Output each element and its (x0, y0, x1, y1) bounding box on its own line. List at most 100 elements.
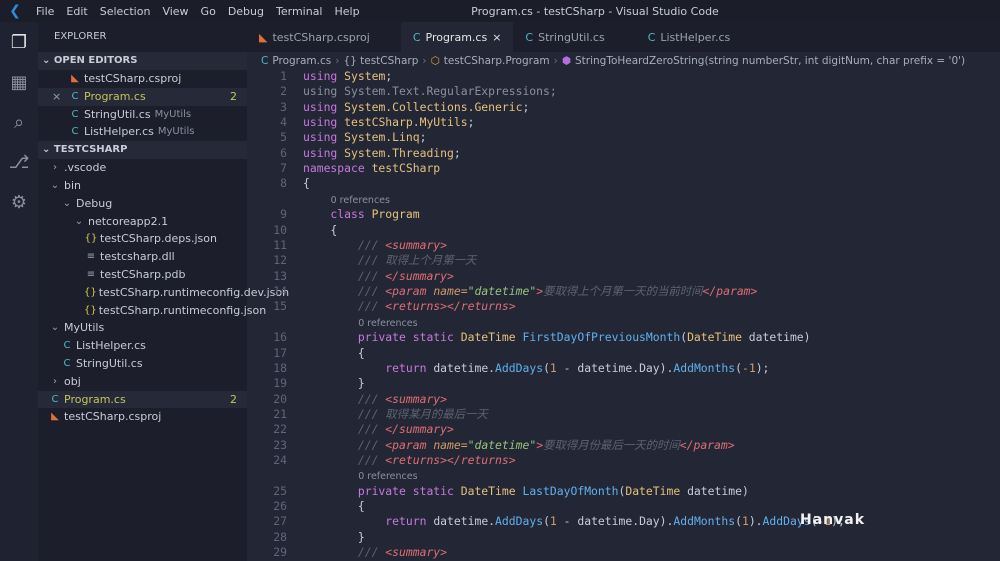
code-line: 17 { (247, 346, 1000, 361)
close-icon[interactable]: × (52, 88, 68, 106)
explorer-sidebar: EXPLORER ⌄ OPEN EDITORS ◣ testCSharp.cspr… (38, 22, 289, 561)
code-token: using (303, 99, 345, 114)
editor-tabs: ◣ testCSharp.csproj C Program.cs × C StringUti… (247, 22, 1000, 52)
code-text: /// <summary> (287, 238, 447, 253)
tree-item[interactable]: › obj (38, 373, 247, 391)
code-text: /// <summary> (287, 392, 447, 407)
codelens-label[interactable]: 0 references (358, 318, 417, 329)
tab-testcsharp-csproj[interactable]: ◣ testCSharp.csproj (247, 22, 401, 52)
tree-item[interactable]: ⌄ MyUtils (38, 319, 247, 337)
code-token: </param> (679, 437, 735, 452)
code-text: /// </summary> (287, 269, 454, 284)
tab-listhelper-cs[interactable]: C ListHelper.cs (636, 22, 762, 52)
file-name: testCSharp.deps.json (100, 232, 217, 246)
rss-file-icon: ◣ (71, 73, 79, 84)
line-number: 12 (273, 253, 287, 268)
code-token: /// (303, 299, 386, 314)
breadcrumb-item[interactable]: {} testCSharp (343, 55, 418, 67)
tree-item[interactable]: {} testCSharp.runtimeconfig.json (38, 302, 266, 320)
menu-go[interactable]: Go (195, 5, 222, 18)
explorer-title: EXPLORER (54, 31, 107, 42)
code-token: testCSharp.MyUtils (344, 115, 468, 130)
close-icon[interactable]: × (492, 31, 501, 44)
tree-item[interactable]: ≡ testcsharp.dll (38, 248, 247, 266)
tree-item[interactable]: {} testCSharp.runtimeconfig.dev.json (38, 284, 289, 302)
code-token: </param> (702, 283, 758, 298)
chevron-down-icon: ⌄ (74, 215, 84, 227)
extensions-icon[interactable]: ▦ (0, 62, 38, 102)
tree-item[interactable]: C ListHelper.cs (38, 337, 247, 355)
code-token: ( (735, 360, 742, 375)
codelens-references[interactable]: 0 references (247, 468, 1000, 484)
open-editor-item[interactable]: ◣ testCSharp.csproj (38, 70, 247, 88)
code-line: 18 return datetime.AddDays(1 - datetime.… (247, 361, 1000, 376)
menu-help[interactable]: Help (329, 5, 366, 18)
tab-program-cs[interactable]: C Program.cs × (400, 22, 514, 52)
code-text: using System.Linq; (287, 130, 426, 145)
code-token: </summary> (385, 268, 454, 283)
menu-edit[interactable]: Edit (60, 5, 93, 18)
binary-file-icon: ≡ (86, 268, 96, 280)
code-token: /// (303, 391, 386, 406)
code-token: "datetime" (467, 283, 537, 298)
codelens-label[interactable]: 0 references (358, 471, 417, 482)
code-token: ( (735, 514, 742, 529)
codelens-label[interactable]: 0 references (331, 195, 390, 206)
line-number: 1 (280, 69, 287, 83)
tree-item[interactable]: › .vscode (38, 159, 247, 177)
code-token: 1 (549, 514, 557, 529)
tab-stringutil-cs[interactable]: C StringUtil.cs (513, 22, 635, 52)
code-token: <summary> (385, 237, 448, 252)
line-number: 24 (273, 452, 287, 467)
tree-item[interactable]: ⌄ Debug (38, 195, 247, 213)
line-number: 9 (280, 207, 287, 222)
code-text: /// 取得上个月第一天 (287, 253, 477, 268)
code-token: </summary> (385, 422, 454, 437)
code-token: DateTime (460, 330, 523, 345)
codelens-references[interactable]: 0 references (247, 192, 1000, 208)
project-header[interactable]: ⌄ TESTCSHARP (38, 141, 247, 160)
breadcrumb-item[interactable]: Program.cs (272, 55, 331, 67)
code-line: 8{ (247, 176, 1000, 191)
code-editor[interactable]: 1 using System; 2 using System.Text.Regular… (247, 69, 1000, 561)
code-line: 14 /// <param name="datetime">要取得上个月第一天的… (247, 284, 1000, 299)
open-editor-item[interactable]: C StringUtil.cs MyUtils (38, 106, 247, 124)
code-token: DateTime (625, 483, 688, 498)
debug-icon[interactable]: ⚙ (0, 182, 38, 222)
code-token: /// 取得上个月第一天 (303, 253, 477, 268)
breadcrumb-item[interactable]: StringToHeardZeroString(string numberStr… (575, 55, 965, 67)
menu-view[interactable]: View (156, 5, 194, 18)
menu-terminal[interactable]: Terminal (270, 5, 329, 18)
code-text: /// 取得某月的最后一天 (287, 407, 488, 422)
tree-item[interactable]: {} testCSharp.deps.json (38, 230, 247, 248)
tree-item[interactable]: ⌄ bin (38, 177, 247, 195)
files-icon[interactable]: ❐ (0, 22, 38, 62)
tree-item[interactable]: C Program.cs 2 (38, 390, 247, 409)
code-text: using System.Collections.Generic; (287, 100, 529, 115)
file-name: .vscode (64, 161, 107, 175)
tree-item[interactable]: ≡ testCSharp.pdb (38, 266, 247, 284)
menu-selection[interactable]: Selection (94, 5, 157, 18)
code-line: 20 /// <summary> (247, 392, 1000, 407)
open-editors-header[interactable]: ⌄ OPEN EDITORS (38, 52, 247, 70)
code-token: { (303, 176, 310, 191)
search-icon[interactable]: ⌕ (0, 102, 38, 142)
tree-item[interactable]: ⌄ netcoreapp2.1 (38, 213, 247, 231)
code-line: 26 { (247, 499, 1000, 514)
open-editor-item[interactable]: × C Program.cs 2 (38, 87, 247, 106)
open-editor-item[interactable]: C ListHelper.cs MyUtils (38, 123, 247, 141)
source-control-icon[interactable]: ⎇ (0, 142, 38, 182)
breadcrumb-item[interactable]: testCSharp.Program (444, 55, 550, 67)
menu-file[interactable]: File (30, 5, 60, 18)
menu-debug[interactable]: Debug (222, 5, 270, 18)
code-token: 要取得月份最后一天的时间 (543, 437, 680, 452)
code-token: namespace (303, 161, 372, 176)
tree-item[interactable]: ◣ testCSharp.csproj (38, 408, 247, 426)
code-token: { (303, 222, 338, 237)
line-number: 26 (273, 499, 287, 514)
codelens-references[interactable]: 0 references (247, 315, 1000, 331)
problem-count-badge: 2 (230, 89, 237, 103)
code-token: return (303, 514, 434, 529)
tree-item[interactable]: C StringUtil.cs (38, 355, 247, 373)
code-token: { (303, 499, 365, 514)
